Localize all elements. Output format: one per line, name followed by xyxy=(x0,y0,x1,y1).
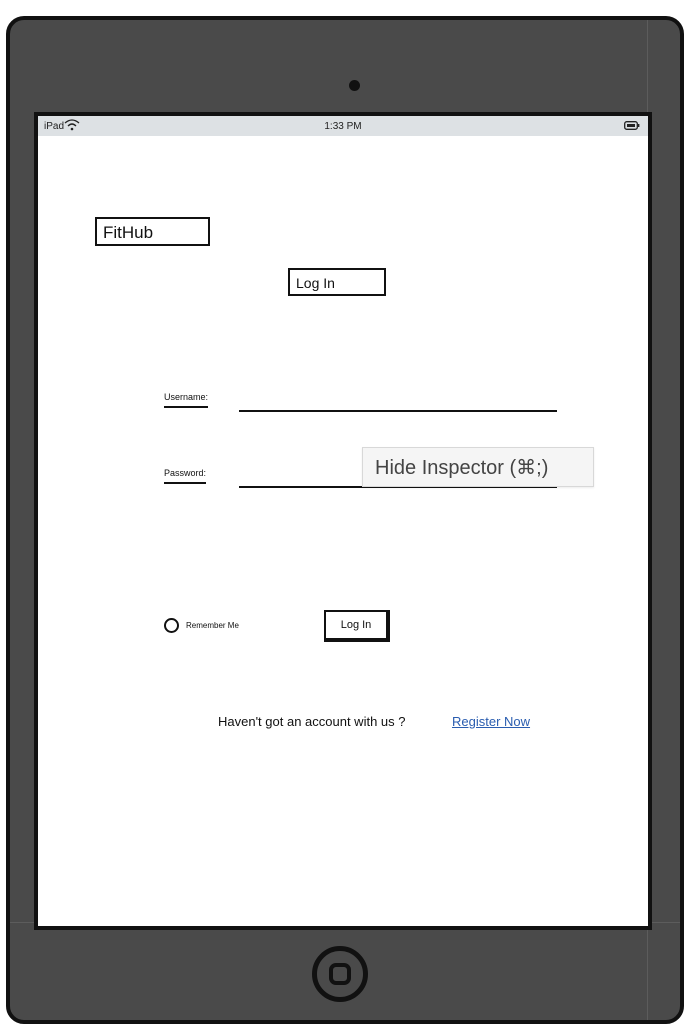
page-title: Log In xyxy=(288,268,386,296)
password-label: Password: xyxy=(164,468,207,484)
status-time: 1:33 PM xyxy=(324,121,362,132)
status-bar: iPad 1:33 PM xyxy=(38,116,648,136)
home-button[interactable] xyxy=(312,946,368,1002)
login-button[interactable]: Log In xyxy=(324,610,390,642)
hide-inspector-tooltip: Hide Inspector (⌘;) xyxy=(362,447,594,487)
username-input[interactable] xyxy=(239,410,557,412)
remember-me-radio[interactable] xyxy=(164,618,179,633)
app-logo: FitHub xyxy=(95,217,210,246)
home-square-icon xyxy=(329,963,351,985)
remember-me-label: Remember Me xyxy=(186,621,239,630)
register-now-link[interactable]: Register Now xyxy=(452,714,530,729)
ipad-screen: iPad 1:33 PM FitHub Log In Username: Pas… xyxy=(34,112,652,930)
camera-icon xyxy=(349,80,360,91)
username-label: Username: xyxy=(164,392,209,408)
battery-icon xyxy=(624,121,640,130)
register-prompt: Haven't got an account with us ? xyxy=(218,714,406,729)
